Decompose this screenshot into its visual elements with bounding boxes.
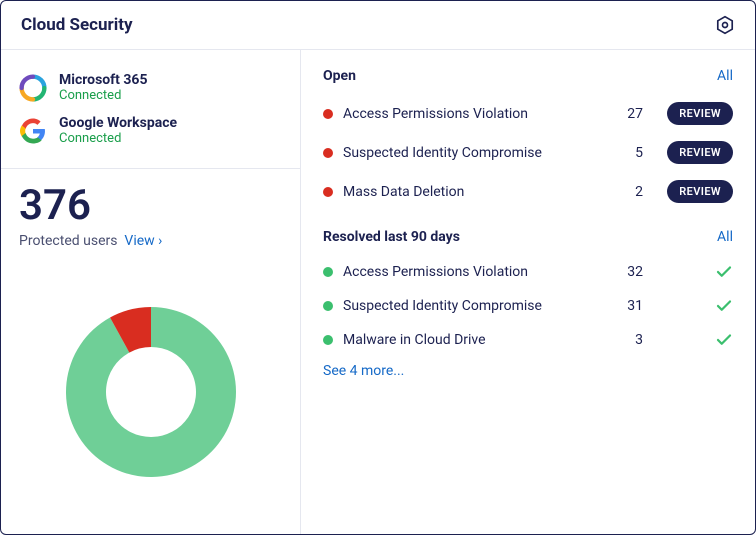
resolved-section-head: Resolved last 90 days All [323,229,733,245]
alert-row: Access Permissions Violation 27 REVIEW [323,94,733,133]
alert-name: Mass Data Deletion [343,184,603,200]
status-dot-icon [323,109,333,119]
page-title: Cloud Security [21,15,133,35]
check-icon [643,297,733,315]
integration-name: Google Workspace [59,115,177,131]
protected-users-stat: 376 Protected users View › [1,169,300,259]
alert-count: 27 [603,106,643,122]
all-link[interactable]: All [717,229,733,245]
alert-name: Access Permissions Violation [343,264,603,280]
alert-name: Malware in Cloud Drive [343,332,603,348]
resolved-row: Malware in Cloud Drive 3 [323,323,733,357]
alert-count: 5 [603,145,643,161]
settings-icon[interactable] [715,15,735,35]
integration-status: Connected [59,88,148,103]
open-section-head: Open All [323,68,733,84]
integration-status: Connected [59,131,177,146]
integration-name: Microsoft 365 [59,72,148,88]
google-workspace-icon [19,117,47,145]
integrations-list: Microsoft 365 Connected Goo [1,50,300,169]
right-panel: Open All Access Permissions Violation 27… [301,50,755,534]
integration-item[interactable]: Google Workspace Connected [19,109,282,152]
check-icon [643,263,733,281]
review-button[interactable]: REVIEW [667,102,733,125]
donut-chart [1,259,300,534]
all-link[interactable]: All [717,68,733,84]
status-dot-icon [323,267,333,277]
alert-name: Suspected Identity Compromise [343,145,603,161]
alert-name: Suspected Identity Compromise [343,298,603,314]
status-dot-icon [323,301,333,311]
status-dot-icon [323,148,333,158]
section-title: Open [323,68,356,84]
card-body: Microsoft 365 Connected Goo [1,50,755,534]
cloud-security-card: Cloud Security [0,0,756,535]
section-title: Resolved last 90 days [323,229,460,245]
alert-count: 31 [603,298,643,314]
alert-name: Access Permissions Violation [343,106,603,122]
alert-count: 2 [603,184,643,200]
alert-count: 32 [603,264,643,280]
left-panel: Microsoft 365 Connected Goo [1,50,301,534]
status-dot-icon [323,335,333,345]
card-header: Cloud Security [1,1,755,50]
alert-row: Mass Data Deletion 2 REVIEW [323,172,733,211]
protected-users-label: Protected users [19,233,117,249]
integration-item[interactable]: Microsoft 365 Connected [19,66,282,109]
review-button[interactable]: REVIEW [667,141,733,164]
resolved-row: Suspected Identity Compromise 31 [323,289,733,323]
alert-row: Suspected Identity Compromise 5 REVIEW [323,133,733,172]
view-link[interactable]: View › [124,233,162,249]
status-dot-icon [323,187,333,197]
resolved-row: Access Permissions Violation 32 [323,255,733,289]
review-button[interactable]: REVIEW [667,180,733,203]
see-more-link[interactable]: See 4 more... [323,363,733,379]
alert-count: 3 [603,332,643,348]
protected-users-count: 376 [19,185,282,227]
microsoft365-icon [19,74,47,102]
check-icon [643,331,733,349]
